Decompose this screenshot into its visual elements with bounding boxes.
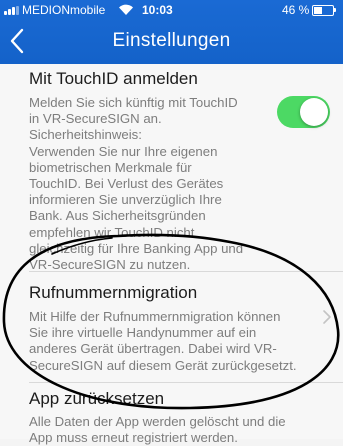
wifi-icon (119, 4, 133, 15)
app-header: MEDIONmobile 10:03 46 % Einstellungen (0, 0, 343, 64)
touchid-setting: Mit TouchID anmelden Melden Sie sich kün… (0, 64, 343, 272)
page-title: Einstellungen (112, 30, 231, 51)
reset-description: Alle Daten der App werden gelöscht und d… (29, 414, 286, 446)
touchid-toggle[interactable] (277, 96, 330, 128)
touchid-title: Mit TouchID anmelden (29, 69, 198, 88)
settings-list: Mit TouchID anmelden Melden Sie sich kün… (0, 64, 343, 445)
signal-strength-icon (4, 6, 19, 15)
chevron-right-icon (323, 310, 331, 324)
toggle-knob (300, 98, 328, 126)
carrier-name: MEDIONmobile (22, 3, 106, 17)
migration-description: Mit Hilfe der Rufnummernmigration können… (29, 309, 297, 373)
migration-title: Rufnummernmigration (29, 283, 198, 302)
status-time: 10:03 (142, 3, 173, 17)
battery-percentage: 46 % (282, 3, 310, 17)
reset-title: App zurücksetzen (29, 389, 165, 408)
status-bar: MEDIONmobile 10:03 46 % (0, 0, 343, 20)
touchid-description: Melden Sie sich künftig mit TouchID in V… (29, 95, 244, 273)
reset-setting[interactable]: App zurücksetzen Alle Daten der App werd… (0, 383, 343, 446)
migration-setting[interactable]: Rufnummernmigration Mit Hilfe der Rufnum… (0, 272, 343, 384)
battery-icon (312, 5, 336, 16)
